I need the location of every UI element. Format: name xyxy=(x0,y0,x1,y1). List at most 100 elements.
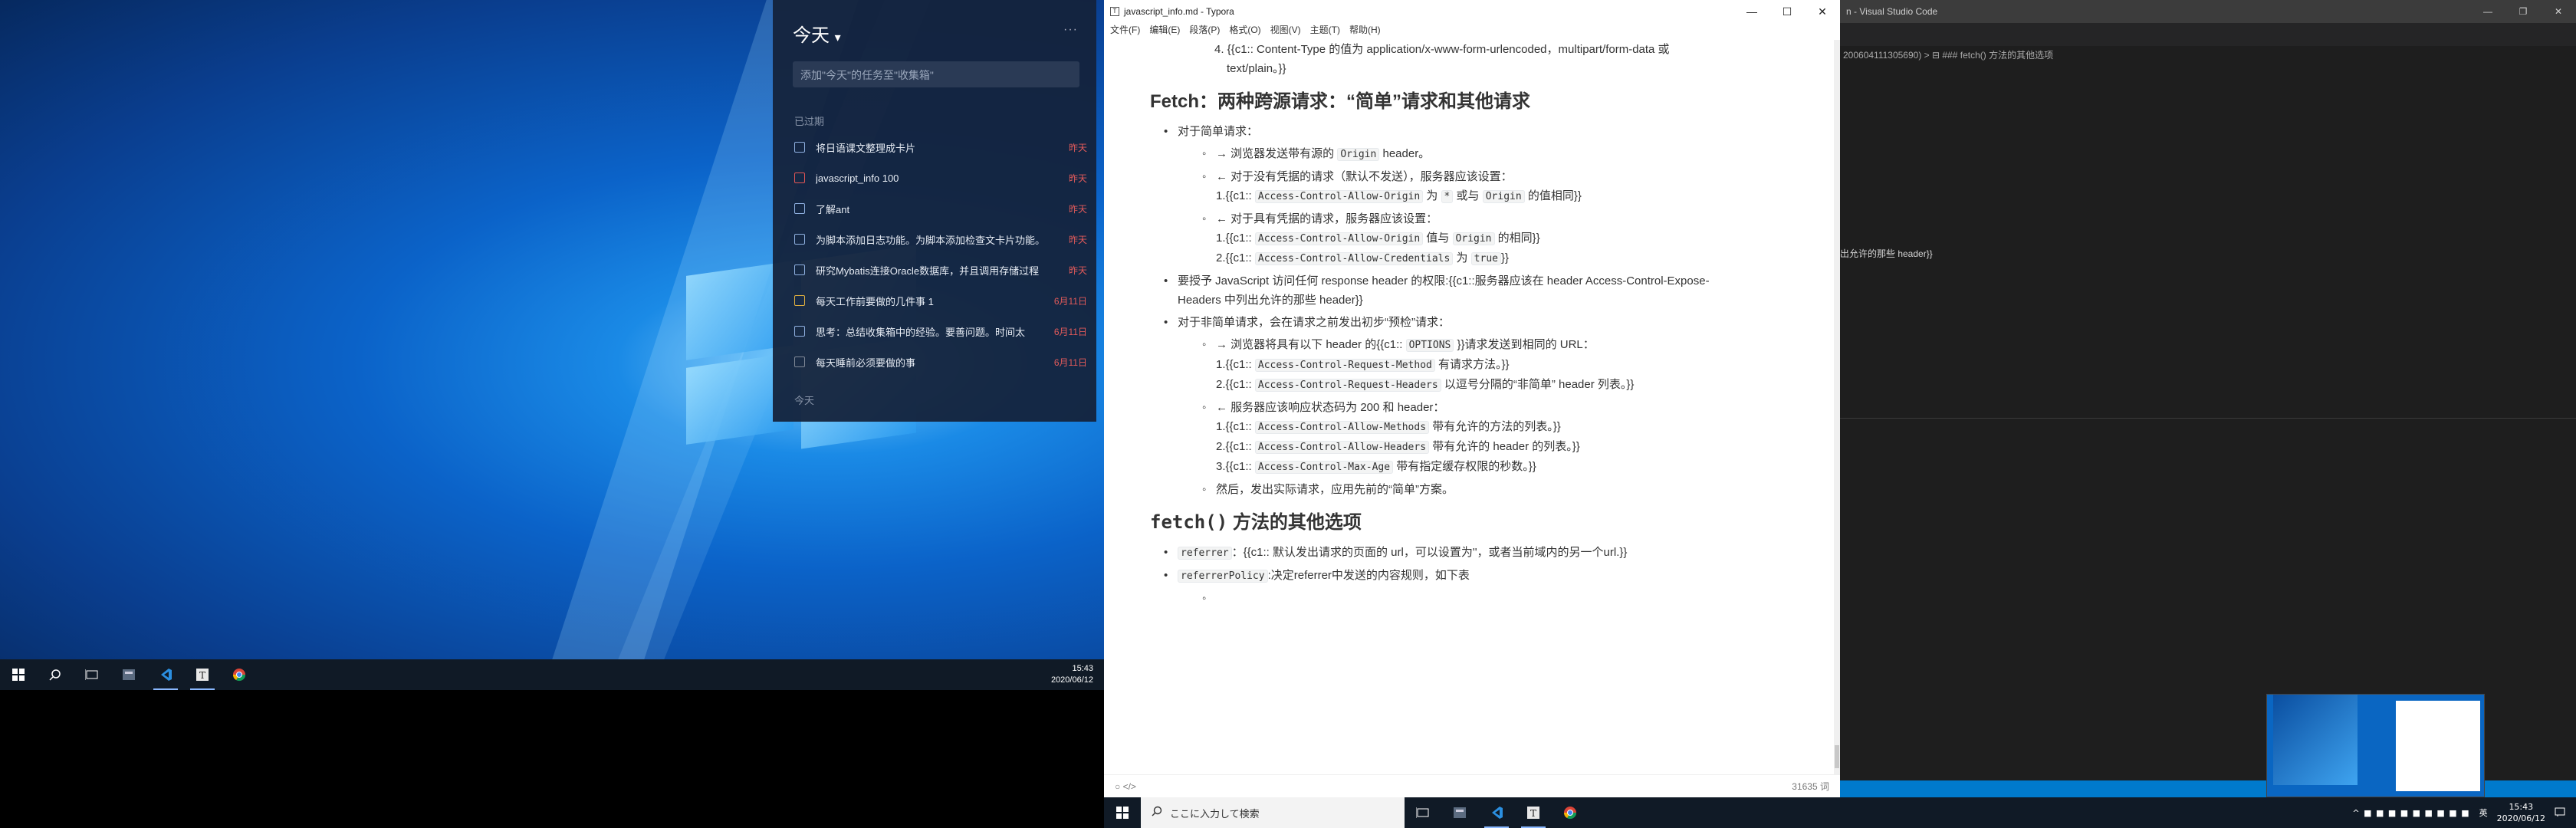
ime-indicator[interactable]: 英 xyxy=(2479,807,2488,819)
todo-item-text: 了解ant xyxy=(816,203,850,215)
chrome-icon[interactable] xyxy=(1552,797,1589,828)
task-view-icon[interactable] xyxy=(74,659,110,690)
start-icon[interactable] xyxy=(0,659,37,690)
todo-item[interactable]: 每天工作前要做的几件事 1 6月11日 xyxy=(794,285,1087,316)
checkbox-icon[interactable] xyxy=(794,172,805,183)
svg-text:T: T xyxy=(199,670,205,681)
menu-help[interactable]: 帮助(H) xyxy=(1349,23,1381,40)
checkbox-icon[interactable] xyxy=(794,234,805,245)
checkbox-icon[interactable] xyxy=(794,264,805,275)
chevron-down-icon[interactable]: ▾ xyxy=(835,31,841,44)
menu-theme[interactable]: 主题(T) xyxy=(1310,23,1340,40)
todo-item-due: 6月11日 xyxy=(1053,356,1087,368)
taskbar-left: T 15:43 2020/06/12 xyxy=(0,659,1104,690)
todo-item[interactable]: javascript_info 100 昨天 xyxy=(794,163,1087,193)
todo-item-text: 思考：总结收集箱中的经验。要善问题。时间太 xyxy=(816,326,1026,338)
minimize-button[interactable]: — xyxy=(2470,6,2505,17)
todo-item-text: 每天工作前要做的几件事 1 xyxy=(816,295,934,307)
scrollbar-thumb[interactable] xyxy=(1835,745,1839,768)
typora-app-icon: T xyxy=(1110,7,1119,16)
list-item: referrer：{{c1:: 默认发出请求的页面的 url，可以设置为''，或… xyxy=(1164,543,1834,563)
taskbar-main: ここに入力して検索 T ^ ■ ■ ■ ■ ■ ■ ■ ■ ■ 英 15:43 … xyxy=(1104,797,2576,828)
thumbnail-typora[interactable] xyxy=(2396,701,2480,791)
todo-item[interactable]: 为脚本添加日志功能。为脚本添加检查文卡片功能。 昨天 xyxy=(794,224,1087,255)
checkbox-icon[interactable] xyxy=(794,203,805,214)
list-item: referrerPolicy:决定referrer中发送的内容规则，如下表 xyxy=(1164,566,1834,608)
todo-item[interactable]: 将日语课文整理成卡片 昨天 xyxy=(794,132,1087,163)
tray-icons[interactable]: ^ ■ ■ ■ ■ ■ ■ ■ ■ ■ xyxy=(2352,808,2469,818)
menu-file[interactable]: 文件(F) xyxy=(1110,23,1140,40)
checkbox-icon[interactable] xyxy=(794,356,805,367)
menu-format[interactable]: 格式(O) xyxy=(1229,23,1260,40)
vscode-titlebar[interactable]: n - Visual Studio Code — ❐ ✕ xyxy=(1840,0,2576,23)
checkbox-icon[interactable] xyxy=(794,326,805,337)
panel-divider xyxy=(1840,418,2576,419)
typora-window: T javascript_info.md - Typora — ☐ ✕ 文件(F… xyxy=(1104,0,1840,797)
list-item: 对于非简单请求，会在请求之前发出初步“预检”请求： → 浏览器将具有以下 hea… xyxy=(1164,313,1834,499)
todo-item-text: 每天睡前必须要做的事 xyxy=(816,356,916,369)
todo-item-due: 昨天 xyxy=(1068,234,1087,245)
todo-title[interactable]: 今天 ▾ xyxy=(793,20,841,47)
typora-titlebar[interactable]: T javascript_info.md - Typora — ☐ ✕ xyxy=(1104,0,1840,23)
system-clock[interactable]: 15:43 2020/06/12 xyxy=(1051,663,1093,686)
menu-paragraph[interactable]: 段落(P) xyxy=(1189,23,1220,40)
list-item: ← 服务器应该响应状态码为 200 和 header： 1.{{c1:: Acc… xyxy=(1201,398,1834,477)
list-item: ← 对于具有凭据的请求，服务器应该设置： 1.{{c1:: Access-Con… xyxy=(1201,209,1834,268)
code-line: 出允许的那些 header}} xyxy=(1840,248,1933,259)
taskbar-search-input[interactable]: ここに入力して検索 xyxy=(1141,797,1405,828)
menu-view[interactable]: 视图(V) xyxy=(1270,23,1301,40)
more-icon[interactable]: ··· xyxy=(1063,23,1078,37)
todo-item[interactable]: 研究Mybatis连接Oracle数据库，并且调用存储过程 昨天 xyxy=(794,255,1087,285)
todo-panel: 今天 ▾ ··· 添加"今天"的任务至"收集箱" 已过期 将日语课文整理成卡片 … xyxy=(773,0,1096,422)
minimize-button[interactable]: — xyxy=(1734,5,1769,18)
start-icon[interactable] xyxy=(1104,797,1141,828)
typora-statusbar: ○ </> 31635 词 xyxy=(1104,774,1840,797)
heading-fetch-cors: Fetch：两种跨源请求：“简单”请求和其他请求 xyxy=(1150,91,1531,112)
todo-item-due: 6月11日 xyxy=(1053,326,1087,337)
list-item: ← 对于没有凭据的请求（默认不发送），服务器应该设置： 1.{{c1:: Acc… xyxy=(1201,167,1834,206)
restore-button[interactable]: ❐ xyxy=(2505,6,2541,17)
todo-item[interactable]: 思考：总结收集箱中的经验。要善问题。时间太 6月11日 xyxy=(794,316,1087,347)
section-overdue: 已过期 xyxy=(794,116,825,127)
todo-item-text: 为脚本添加日志功能。为脚本添加检查文卡片功能。 xyxy=(816,234,1046,246)
window-title: javascript_info.md - Typora xyxy=(1124,6,1234,17)
markdown-editor[interactable]: 4. {{c1:: Content-Type 的值为 application/x… xyxy=(1104,40,1834,774)
heading-fetch-options: fetch() 方法的其他选项 xyxy=(1150,511,1362,533)
vscode-window: n - Visual Studio Code — ❐ ✕ 20060411130… xyxy=(1840,0,2576,797)
todo-item-text: 将日语课文整理成卡片 xyxy=(816,142,916,154)
vscode-icon[interactable] xyxy=(1478,797,1515,828)
word-count[interactable]: 31635 词 xyxy=(1792,780,1829,793)
maximize-button[interactable]: ☐ xyxy=(1769,5,1805,18)
editor-scrollbar[interactable] xyxy=(1834,40,1840,774)
search-icon[interactable] xyxy=(37,659,74,690)
desktop-wallpaper: 今天 ▾ ··· 添加"今天"的任务至"收集箱" 已过期 将日语课文整理成卡片 … xyxy=(0,0,1104,659)
typora-icon[interactable]: T xyxy=(1515,797,1552,828)
todo-item-due: 6月11日 xyxy=(1053,295,1087,307)
app-icon[interactable] xyxy=(1441,797,1478,828)
app-icon[interactable] xyxy=(110,659,147,690)
system-clock[interactable]: 15:43 2020/06/12 xyxy=(2497,801,2545,824)
todo-item[interactable]: 了解ant 昨天 xyxy=(794,193,1087,224)
todo-item-text: javascript_info 100 xyxy=(816,172,899,184)
breadcrumb[interactable]: 200604111305690) > ⊟ ### fetch() 方法的其他选项 xyxy=(1840,46,2576,63)
todo-item[interactable]: 每天睡前必须要做的事 6月11日 xyxy=(794,347,1087,377)
add-task-input[interactable]: 添加"今天"的任务至"收集箱" xyxy=(793,61,1079,87)
checkbox-icon[interactable] xyxy=(794,142,805,153)
notification-icon[interactable] xyxy=(2555,807,2565,820)
close-button[interactable]: ✕ xyxy=(1805,5,1840,18)
close-button[interactable]: ✕ xyxy=(2541,6,2576,17)
taskbar-thumbnail-preview[interactable] xyxy=(2266,694,2485,797)
menu-edit[interactable]: 编辑(E) xyxy=(1149,23,1180,40)
list-item: 然后，发出实际请求，应用先前的“简单”方案。 xyxy=(1201,480,1834,499)
typora-icon[interactable]: T xyxy=(184,659,221,690)
task-view-icon[interactable] xyxy=(1405,797,1441,828)
todo-item-due: 昨天 xyxy=(1068,203,1087,215)
svg-text:T: T xyxy=(1530,808,1536,819)
chrome-icon[interactable] xyxy=(221,659,258,690)
source-mode-toggle[interactable]: ○ </> xyxy=(1115,781,1136,792)
thumbnail-desktop[interactable] xyxy=(2273,695,2358,785)
vscode-icon[interactable] xyxy=(147,659,184,690)
checkbox-icon[interactable] xyxy=(794,295,805,306)
list-item-empty[interactable] xyxy=(1201,589,1834,608)
list-item: 4. {{c1:: Content-Type 的值为 application/x… xyxy=(1214,43,1670,75)
